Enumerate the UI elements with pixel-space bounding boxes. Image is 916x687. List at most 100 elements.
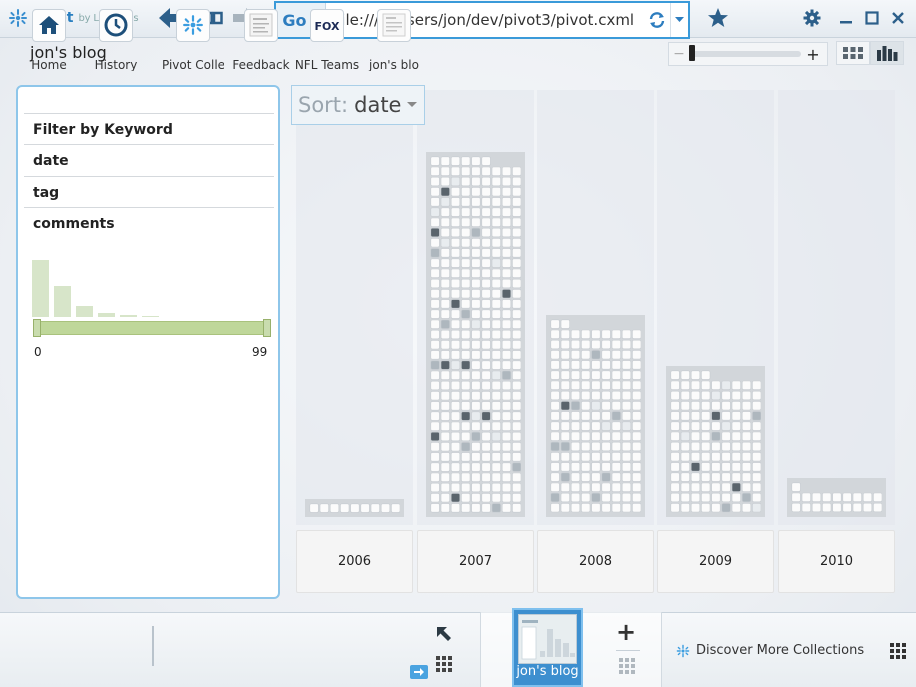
- item-tile[interactable]: [560, 350, 570, 360]
- item-tile[interactable]: [590, 360, 601, 370]
- item-tile[interactable]: [741, 442, 751, 452]
- item-tile[interactable]: [570, 340, 580, 350]
- item-tile[interactable]: [511, 421, 521, 431]
- item-tile[interactable]: [700, 411, 710, 421]
- item-tile[interactable]: [470, 391, 481, 401]
- item-tile[interactable]: [460, 268, 470, 278]
- item-tile[interactable]: [751, 503, 761, 513]
- item-tile[interactable]: [631, 472, 641, 482]
- item-tile[interactable]: [491, 360, 501, 370]
- item-tile[interactable]: [631, 401, 641, 411]
- item-tile[interactable]: [631, 442, 641, 452]
- item-tile[interactable]: [501, 166, 511, 176]
- category-label[interactable]: 2010: [778, 530, 895, 593]
- item-tile[interactable]: [570, 391, 580, 401]
- item-tile[interactable]: [430, 329, 440, 340]
- item-tile[interactable]: [611, 421, 621, 431]
- item-tile[interactable]: [580, 329, 590, 340]
- item-tile[interactable]: [731, 431, 741, 442]
- item-tile[interactable]: [460, 421, 470, 431]
- item-tile[interactable]: [700, 452, 710, 462]
- item-tile[interactable]: [501, 289, 511, 299]
- item-tile[interactable]: [470, 278, 481, 289]
- item-tile[interactable]: [601, 329, 611, 340]
- item-tile[interactable]: [670, 482, 680, 493]
- item-tile[interactable]: [872, 493, 882, 503]
- item-tile[interactable]: [460, 329, 470, 340]
- item-tile[interactable]: [440, 493, 450, 503]
- item-tile[interactable]: [450, 421, 460, 431]
- item-tile[interactable]: [470, 187, 481, 197]
- item-tile[interactable]: [570, 431, 580, 442]
- item-tile[interactable]: [680, 411, 690, 421]
- item-tile[interactable]: [580, 482, 590, 493]
- item-tile[interactable]: [511, 411, 521, 421]
- item-tile[interactable]: [631, 421, 641, 431]
- item-tile[interactable]: [550, 350, 560, 360]
- item-tile[interactable]: [741, 452, 751, 462]
- item-tile[interactable]: [511, 217, 521, 227]
- item-tile[interactable]: [550, 319, 560, 329]
- item-tile[interactable]: [440, 309, 450, 319]
- item-tile[interactable]: [511, 452, 521, 462]
- item-tile[interactable]: [450, 482, 460, 493]
- item-tile[interactable]: [450, 207, 460, 217]
- item-tile[interactable]: [450, 319, 460, 329]
- item-tile[interactable]: [511, 350, 521, 360]
- item-tile[interactable]: [440, 421, 450, 431]
- item-tile[interactable]: [440, 360, 450, 370]
- item-tile[interactable]: [460, 340, 470, 350]
- item-tile[interactable]: [430, 309, 440, 319]
- item-tile[interactable]: [491, 207, 501, 217]
- item-tile[interactable]: [481, 421, 491, 431]
- item-tile[interactable]: [491, 238, 501, 248]
- all-tabs-grid-button[interactable]: [436, 656, 452, 676]
- item-tile[interactable]: [481, 482, 491, 493]
- item-tile[interactable]: [791, 503, 801, 513]
- item-tile[interactable]: [501, 227, 511, 238]
- item-tile[interactable]: [560, 493, 570, 503]
- item-tile[interactable]: [430, 319, 440, 329]
- item-tile[interactable]: [670, 452, 680, 462]
- item-tile[interactable]: [560, 391, 570, 401]
- item-tile[interactable]: [470, 472, 481, 482]
- item-tile[interactable]: [872, 503, 882, 513]
- item-tile[interactable]: [501, 309, 511, 319]
- item-tile[interactable]: [440, 411, 450, 421]
- item-tile[interactable]: [470, 289, 481, 299]
- item-tile[interactable]: [590, 493, 601, 503]
- item-tile[interactable]: [481, 197, 491, 207]
- item-tile[interactable]: [511, 197, 521, 207]
- item-tile[interactable]: [470, 503, 481, 513]
- item-tile[interactable]: [550, 370, 560, 380]
- item-tile[interactable]: [721, 380, 731, 391]
- item-tile[interactable]: [481, 258, 491, 268]
- item-tile[interactable]: [450, 187, 460, 197]
- item-tile[interactable]: [450, 258, 460, 268]
- item-tile[interactable]: [481, 238, 491, 248]
- item-tile[interactable]: [491, 329, 501, 340]
- item-tile[interactable]: [590, 370, 601, 380]
- item-tile[interactable]: [460, 380, 470, 391]
- item-tile[interactable]: [491, 258, 501, 268]
- item-tile[interactable]: [460, 278, 470, 289]
- item-tile[interactable]: [481, 401, 491, 411]
- item-tile[interactable]: [621, 431, 631, 442]
- item-tile[interactable]: [590, 391, 601, 401]
- item-tile[interactable]: [801, 493, 811, 503]
- item-tile[interactable]: [450, 156, 460, 166]
- item-tile[interactable]: [821, 503, 831, 513]
- item-tile[interactable]: [590, 431, 601, 442]
- item-tile[interactable]: [580, 391, 590, 401]
- item-tile[interactable]: [631, 340, 641, 350]
- item-tile[interactable]: [450, 166, 460, 176]
- item-stack[interactable]: [545, 315, 646, 517]
- item-tile[interactable]: [621, 340, 631, 350]
- item-tile[interactable]: [611, 329, 621, 340]
- item-tile[interactable]: [670, 442, 680, 452]
- item-tile[interactable]: [862, 493, 872, 503]
- item-tile[interactable]: [560, 401, 570, 411]
- item-tile[interactable]: [430, 268, 440, 278]
- item-tile[interactable]: [570, 482, 580, 493]
- item-tile[interactable]: [731, 493, 741, 503]
